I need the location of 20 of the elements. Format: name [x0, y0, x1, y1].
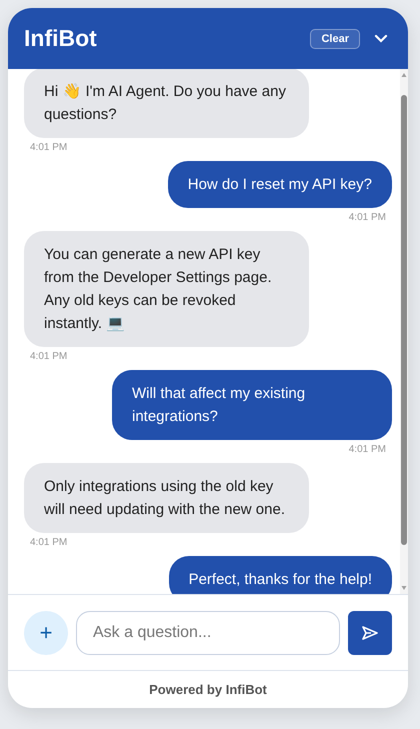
powered-by-text: Powered by InfiBot — [149, 682, 267, 697]
bot-message: Only integrations using the old key will need updating with the new one. — [24, 463, 309, 533]
message-time: 4:01 PM — [348, 444, 387, 455]
clear-button[interactable]: Clear — [310, 28, 360, 48]
send-icon — [361, 624, 379, 640]
message-time: 4:01 PM — [29, 351, 68, 362]
app-title: InfiBot — [24, 25, 98, 52]
scrollbar[interactable] — [400, 69, 408, 594]
add-button[interactable]: + — [24, 610, 68, 654]
chevron-down-icon[interactable] — [374, 34, 388, 44]
user-message: How do I reset my API key? — [168, 161, 392, 208]
message-time: 4:01 PM — [29, 537, 68, 548]
bot-message: Hi 👋 I'm AI Agent. Do you have any questions? — [24, 69, 309, 138]
question-input[interactable]: Ask a question... — [76, 610, 340, 654]
user-message: Perfect, thanks for the help! — [168, 556, 392, 594]
message-time: 4:01 PM — [348, 212, 387, 223]
bot-message: You can generate a new API key from the Developer Settings page. Any old keys can be revoked instantly. 💻 — [24, 231, 309, 347]
send-button[interactable] — [348, 610, 392, 654]
message-time: 4:01 PM — [29, 142, 68, 153]
user-message: Will that affect my existing integrations? — [112, 370, 392, 440]
